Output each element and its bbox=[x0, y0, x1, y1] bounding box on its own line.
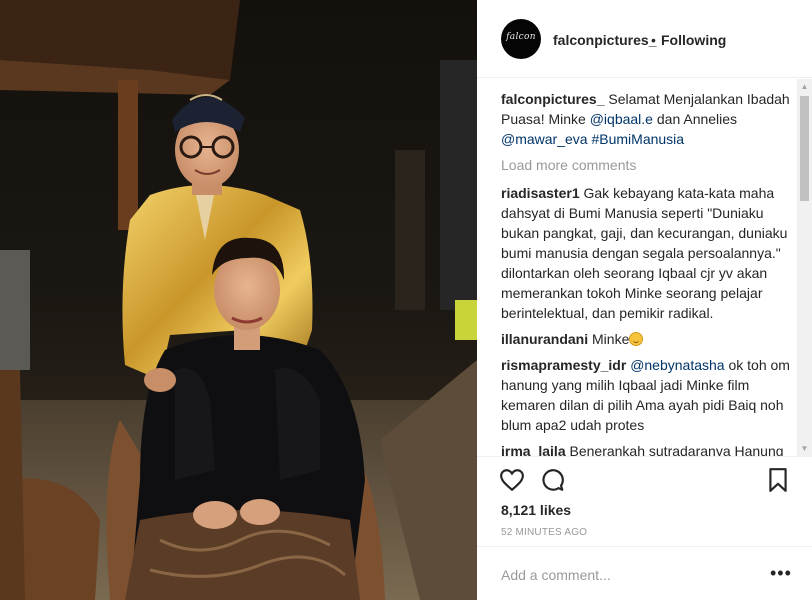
grinning-face-icon bbox=[629, 332, 644, 346]
mention-link[interactable]: @nebynatasha bbox=[630, 357, 724, 373]
bookmark-icon[interactable] bbox=[765, 467, 791, 493]
scroll-down-arrow-icon[interactable]: ▼ bbox=[797, 441, 812, 456]
post-side-panel: falcon falconpictures_ • Following falco… bbox=[477, 0, 812, 600]
following-button[interactable]: Following bbox=[661, 32, 726, 48]
hashtag-link[interactable]: #BumiManusia bbox=[591, 131, 684, 147]
mention-link[interactable]: @mawar_eva bbox=[501, 131, 588, 147]
comments-list[interactable]: falconpictures_ Selamat Menjalankan Ibad… bbox=[477, 79, 812, 456]
post-actions: 8,121 likes 52 MINUTES AGO bbox=[477, 456, 812, 546]
post-photo[interactable] bbox=[0, 0, 477, 600]
add-comment-bar: Add a comment... ••• bbox=[477, 546, 812, 600]
avatar-logo: falcon bbox=[506, 32, 536, 42]
comment-username-link[interactable]: riadisaster1 bbox=[501, 185, 580, 201]
comment-item: riadisaster1 Gak kebayang kata-kata maha… bbox=[501, 183, 791, 323]
caption-text: dan Annelies bbox=[652, 111, 738, 127]
comment-text: Gak kebayang kata-kata maha dahsyat di B… bbox=[501, 185, 788, 321]
likes-count[interactable]: 8,121 likes bbox=[501, 502, 571, 518]
caption-username-link[interactable]: falconpictures_ bbox=[501, 91, 604, 107]
add-comment-input[interactable]: Add a comment... bbox=[501, 567, 611, 583]
header-separator: • bbox=[651, 32, 656, 48]
comment-username-link[interactable]: rismapramesty_idr bbox=[501, 357, 626, 373]
mention-link[interactable]: @iqbaal.e bbox=[590, 111, 653, 127]
post-header: falcon falconpictures_ • Following bbox=[477, 0, 812, 78]
caption: falconpictures_ Selamat Menjalankan Ibad… bbox=[501, 89, 791, 149]
comment-bubble-icon[interactable] bbox=[539, 467, 565, 493]
comments-scrollbar[interactable]: ▲ ▼ bbox=[797, 79, 812, 456]
scroll-thumb[interactable] bbox=[800, 96, 809, 201]
comment-item: irma_laila Benerankah sutradaranya Hanun… bbox=[501, 441, 791, 456]
header-username-link[interactable]: falconpictures_ bbox=[553, 32, 656, 48]
post-timestamp[interactable]: 52 MINUTES AGO bbox=[501, 527, 587, 538]
load-more-comments-button[interactable]: Load more comments bbox=[501, 155, 791, 175]
comment-item: rismapramesty_idr @nebynatasha ok toh om… bbox=[501, 355, 791, 435]
comment-username-link[interactable]: irma_laila bbox=[501, 443, 566, 456]
more-options-icon[interactable]: ••• bbox=[770, 563, 792, 584]
comment-username-link[interactable]: illanurandani bbox=[501, 331, 588, 347]
scroll-up-arrow-icon[interactable]: ▲ bbox=[797, 79, 812, 94]
comment-text: Minke bbox=[588, 331, 630, 347]
post-photo-image bbox=[0, 0, 477, 600]
comment-item: illanurandani Minke bbox=[501, 329, 791, 349]
heart-icon[interactable] bbox=[499, 467, 525, 493]
avatar[interactable]: falcon bbox=[501, 19, 541, 59]
